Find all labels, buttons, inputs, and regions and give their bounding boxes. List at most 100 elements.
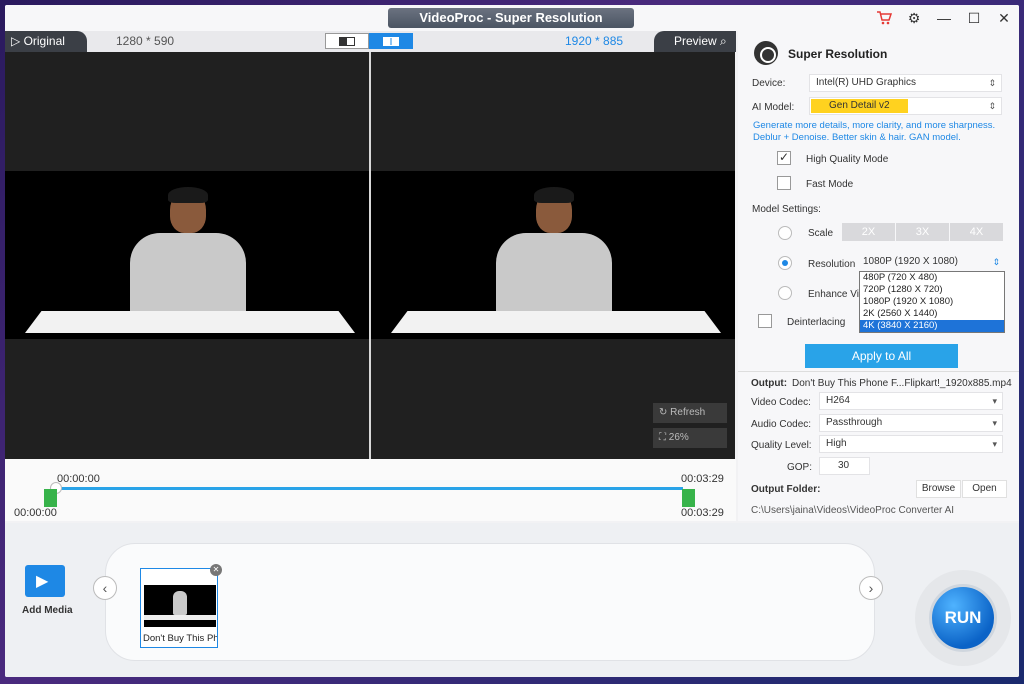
close-button[interactable]: ✕ [989, 5, 1019, 31]
media-tray [105, 543, 875, 661]
run-button[interactable]: RUN [929, 584, 997, 652]
side-by-side-button[interactable] [369, 33, 413, 49]
timeline-track[interactable] [55, 487, 683, 490]
resolution-radio[interactable] [778, 256, 792, 270]
apply-to-all-button[interactable]: Apply to All [805, 344, 958, 368]
output-filename: Don't Buy This Phone F...Flipkart!_1920x… [792, 378, 1012, 389]
panel-title: Super Resolution [788, 47, 888, 61]
select-arrows-icon: ⇕ [992, 257, 1000, 267]
scale-radio[interactable] [778, 226, 792, 240]
gop-input[interactable]: 30 [819, 457, 870, 475]
open-folder-button[interactable]: Open [962, 480, 1007, 498]
tab-preview[interactable]: Preview ⌕ [654, 31, 736, 52]
scroll-right-button[interactable]: › [859, 576, 883, 600]
add-media-label[interactable]: Add Media [22, 605, 73, 616]
gop-label: GOP: [787, 462, 813, 473]
ai-model-label: AI Model: [752, 102, 795, 113]
side-by-side-icon [383, 36, 399, 46]
output-folder-label: Output Folder: [751, 484, 821, 495]
media-bar: Add Media ‹ Don't Buy This Ph ✕ › RUN [5, 523, 1019, 677]
high-quality-checkbox[interactable] [777, 150, 791, 165]
search-icon: ⌕ [716, 34, 727, 48]
split-view-button[interactable] [325, 33, 369, 49]
original-resolution: 1280 * 590 [116, 34, 175, 48]
preview-video-pane: ↻ Refresh ⛶ 26% [371, 52, 735, 459]
output-folder-path: C:\Users\jaina\Videos\VideoProc Converte… [751, 505, 955, 516]
media-thumbnail[interactable]: Don't Buy This Ph ✕ [140, 564, 222, 648]
minimize-button[interactable]: — [929, 5, 959, 31]
resolution-option-4k[interactable]: 4K (3840 X 2160) [860, 320, 1004, 332]
deinterlacing-label: Deinterlacing [787, 317, 846, 328]
ai-model-value: Gen Detail v2 [811, 99, 908, 113]
output-resolution: 1920 * 885 [565, 34, 624, 48]
resolution-option-1080p[interactable]: 1080P (1920 X 1080) [860, 296, 1004, 308]
output-label: Output: [751, 378, 788, 389]
quality-level-select[interactable]: High ▾ [819, 435, 1003, 453]
enhance-video-radio[interactable] [778, 286, 792, 300]
chevron-down-icon: ▾ [992, 439, 997, 449]
model-settings-label: Model Settings: [752, 204, 821, 215]
chevron-down-icon: ▾ [992, 418, 997, 428]
browse-button[interactable]: Browse [916, 480, 961, 498]
settings-panel: Super Resolution Device: Intel(R) UHD Gr… [738, 31, 1019, 521]
video-codec-select[interactable]: H264 ▾ [819, 392, 1003, 410]
audio-codec-value: Passthrough [826, 417, 883, 428]
preview-area: ▷ Original 1280 * 590 1920 * 885 Preview… [5, 31, 736, 521]
thumbnail-label: Don't Buy This Ph [143, 633, 217, 644]
add-media-icon[interactable] [25, 565, 65, 597]
split-view-icon [339, 36, 355, 46]
video-subject [120, 187, 250, 326]
scale-3x-button[interactable]: 3X [896, 223, 949, 241]
close-icon[interactable]: ✕ [210, 564, 222, 576]
maximize-button[interactable]: ☐ [959, 5, 989, 31]
audio-codec-label: Audio Codec: [751, 419, 812, 430]
video-codec-label: Video Codec: [751, 397, 811, 408]
original-label: Original [23, 34, 65, 48]
device-select[interactable]: Intel(R) UHD Graphics ⇕ [809, 74, 1002, 92]
select-arrows-icon: ⇕ [988, 78, 996, 88]
app-window: VideoProc - Super Resolution ⚙ — ☐ ✕ ▷ O… [5, 5, 1019, 677]
ai-model-select[interactable]: Gen Detail v2 ⇕ [809, 97, 1002, 115]
quality-level-label: Quality Level: [751, 440, 812, 451]
tab-original[interactable]: ▷ Original [5, 31, 87, 52]
view-mode-toggle [325, 33, 413, 49]
chevron-down-icon: ▾ [992, 396, 997, 406]
original-video-pane [5, 52, 369, 459]
super-resolution-icon [754, 41, 778, 65]
resolution-option-480p[interactable]: 480P (720 X 480) [860, 272, 1004, 284]
deinterlacing-checkbox[interactable] [758, 314, 772, 328]
resolution-dropdown: 480P (720 X 480) 720P (1280 X 720) 1080P… [859, 271, 1005, 333]
refresh-button[interactable]: ↻ Refresh [653, 403, 727, 423]
fast-mode-checkbox[interactable] [777, 176, 791, 190]
scale-label: Scale [808, 228, 834, 239]
title-actions: ⚙ — ☐ ✕ [869, 5, 1019, 31]
trim-start-handle[interactable] [44, 489, 57, 507]
scroll-left-button[interactable]: ‹ [93, 576, 117, 600]
title-bar: VideoProc - Super Resolution ⚙ — ☐ ✕ [5, 5, 1019, 31]
timeline: 00:00:00 00:03:29 00:00:00 00:03:29 [5, 459, 736, 521]
refresh-label: Refresh [670, 407, 706, 418]
trim-start-time: 00:00:00 [14, 507, 57, 519]
play-outline-icon: ▷ [11, 34, 24, 48]
resolution-option-2k[interactable]: 2K (2560 X 1440) [860, 308, 1004, 320]
scale-2x-button[interactable]: 2X [842, 223, 895, 241]
thumbnail-image [144, 585, 216, 627]
trim-end-time: 00:03:29 [681, 507, 724, 519]
select-arrows-icon: ⇕ [988, 101, 996, 111]
zoom-button[interactable]: ⛶ 26% [653, 428, 727, 448]
cart-icon[interactable] [869, 5, 899, 31]
gear-icon[interactable]: ⚙ [899, 5, 929, 31]
zoom-label: 26% [668, 432, 689, 443]
model-description: Generate more details, more clarity, and… [753, 120, 996, 143]
enhance-video-label: Enhance Vid [808, 289, 865, 300]
scale-4x-button[interactable]: 4X [950, 223, 1003, 241]
trim-end-handle[interactable] [682, 489, 695, 507]
device-label: Device: [752, 78, 786, 89]
refresh-icon: ↻ [659, 407, 671, 418]
high-quality-label: High Quality Mode [806, 154, 889, 165]
audio-codec-select[interactable]: Passthrough ▾ [819, 414, 1003, 432]
resolution-option-720p[interactable]: 720P (1280 X 720) [860, 284, 1004, 296]
preview-header: ▷ Original 1280 * 590 1920 * 885 Preview… [5, 31, 736, 52]
resolution-select[interactable]: 1080P (1920 X 1080) ⇕ [857, 254, 1005, 272]
video-codec-value: H264 [826, 395, 850, 406]
